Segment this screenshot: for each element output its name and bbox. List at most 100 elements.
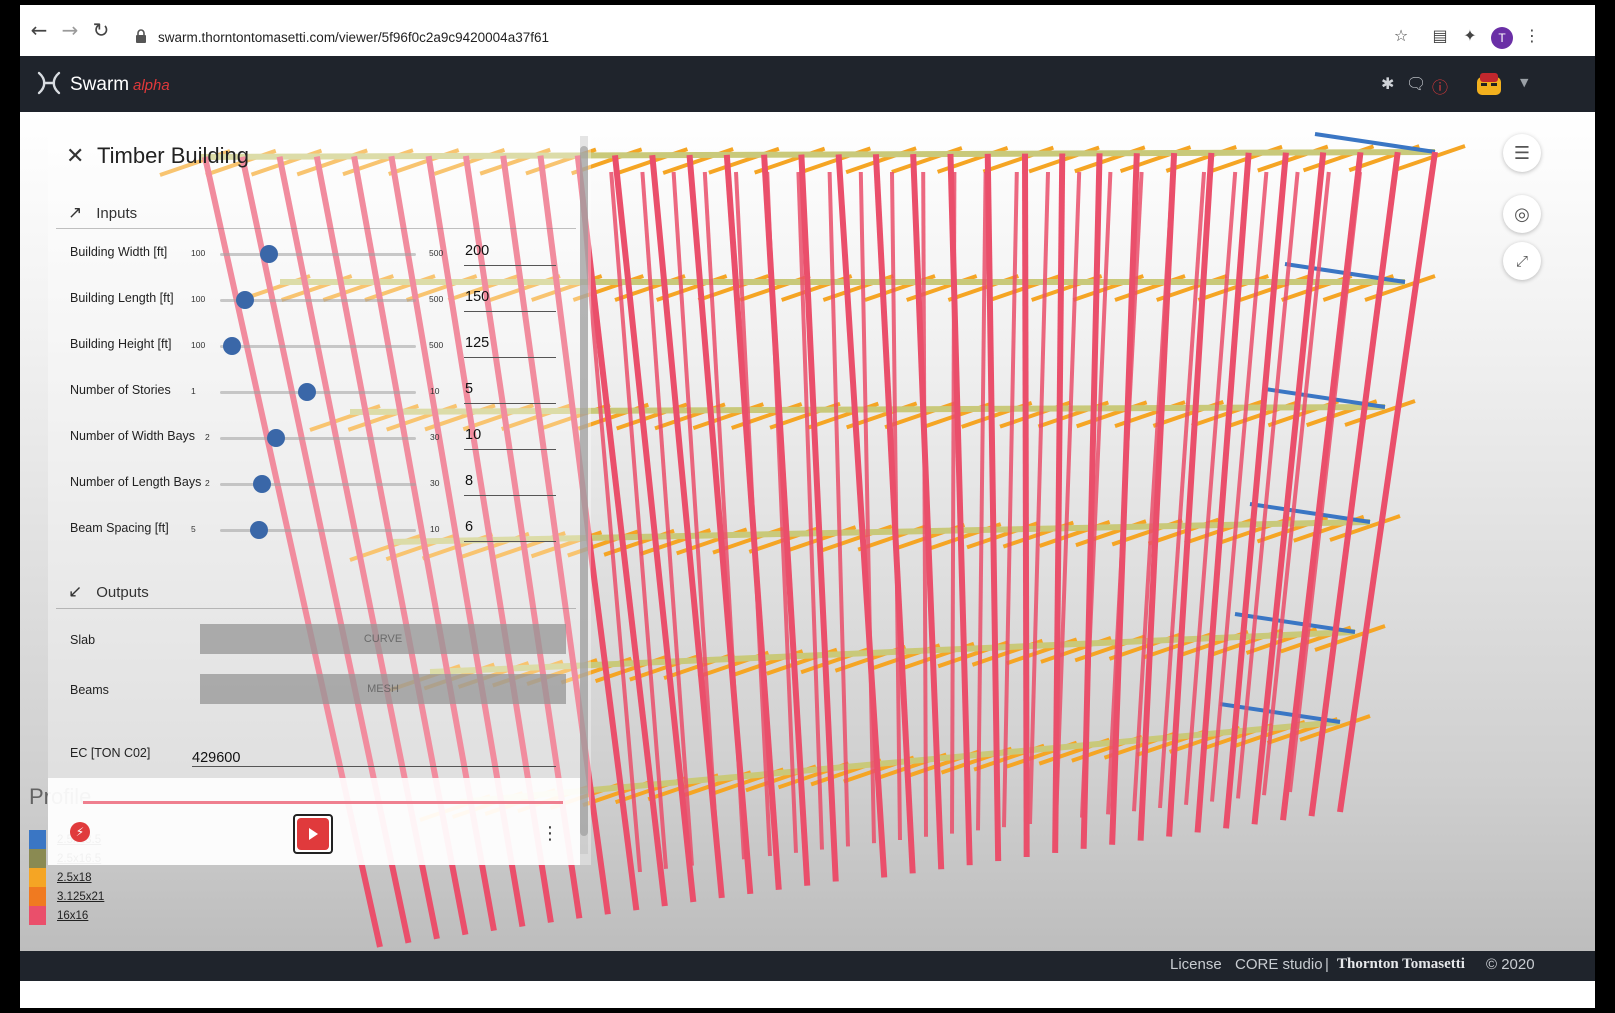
reload-icon[interactable]: ↻ — [90, 18, 112, 42]
chat-icon[interactable]: 🗨 — [1406, 74, 1426, 93]
back-icon[interactable]: ← — [28, 18, 50, 42]
legend-label[interactable]: 2.5x18 — [57, 872, 92, 884]
column-member — [976, 171, 988, 831]
legend-item: 16x16 — [29, 906, 104, 925]
legend-label[interactable]: 16x16 — [57, 910, 88, 922]
company-link[interactable]: Thornton Tomasetti — [1337, 956, 1465, 973]
core-studio-link[interactable]: CORE studio — [1235, 956, 1323, 973]
slider-knob[interactable] — [223, 337, 242, 355]
more-options-icon[interactable]: ⋮ — [541, 823, 559, 844]
panel-footer: ⚡ ⋮ — [48, 778, 580, 865]
slider-knob[interactable] — [235, 291, 254, 309]
legend-label[interactable]: 3.125x21 — [57, 891, 104, 903]
slider-knob[interactable] — [298, 383, 317, 401]
input-value[interactable]: 5 — [465, 381, 473, 397]
extensions-icon[interactable]: ✦ — [1460, 25, 1480, 45]
address-bar[interactable]: swarm.thorntontomasetti.com/viewer/5f96f… — [158, 30, 549, 45]
play-icon — [297, 818, 329, 850]
input-underline — [464, 495, 556, 496]
slider-max-label: 500 — [429, 248, 444, 258]
input-value[interactable]: 6 — [465, 519, 473, 535]
slider-max-label: 30 — [430, 432, 440, 442]
outputs-label: Outputs — [96, 583, 149, 601]
slider-knob[interactable] — [260, 245, 278, 263]
slider-track[interactable] — [220, 483, 416, 486]
outputs-section-header[interactable]: ↙ Outputs — [68, 582, 149, 602]
output-slab-bar[interactable]: CURVE — [200, 624, 566, 654]
swarm-logo-icon[interactable] — [36, 70, 62, 96]
input-label: Number of Stories — [70, 383, 171, 397]
license-link[interactable]: License — [1170, 956, 1222, 973]
profile-avatar[interactable]: T — [1491, 27, 1513, 49]
forward-icon[interactable]: → — [59, 18, 81, 42]
slider-track[interactable] — [220, 437, 416, 440]
app-footer: License CORE studio | Thornton Tomasetti… — [20, 951, 1595, 981]
slider-min-label: 100 — [191, 294, 206, 304]
app-header: Swarm alpha ✱ 🗨 ⓘ ▼ — [20, 56, 1595, 112]
slider-knob[interactable] — [250, 521, 269, 539]
play-button[interactable] — [293, 814, 333, 854]
bookmark-star-icon[interactable]: ☆ — [1391, 25, 1411, 45]
help-icon[interactable]: ⓘ — [1432, 74, 1448, 98]
slider-min-label: 2 — [205, 478, 210, 488]
fullscreen-icon[interactable]: ⤢ — [1503, 242, 1541, 280]
arrow-up-right-icon: ↗ — [68, 203, 83, 223]
browser-menu-icon[interactable]: ⋮ — [1522, 25, 1542, 45]
column-member — [1022, 153, 1030, 858]
browser-window: ← → ↻ swarm.thorntontomasetti.com/viewer… — [20, 5, 1595, 1008]
panel-scrollbar[interactable] — [580, 136, 588, 854]
asterisk-icon[interactable]: ✱ — [1381, 74, 1394, 93]
input-value[interactable]: 150 — [465, 289, 489, 305]
parameters-panel: ✕ Timber Building ↗ Inputs Building Widt… — [48, 130, 591, 865]
legend-item: 3.125x21 — [29, 887, 104, 906]
slider-min-label: 2 — [205, 432, 210, 442]
bolt-icon[interactable]: ⚡ — [70, 822, 90, 842]
slider-max-label: 500 — [429, 340, 444, 350]
inputs-label: Inputs — [96, 204, 138, 222]
legend-swatch — [29, 887, 46, 906]
copyright: © 2020 — [1486, 956, 1535, 973]
input-value[interactable]: 200 — [465, 243, 489, 259]
input-underline — [464, 311, 556, 312]
input-underline — [464, 541, 556, 542]
slider-max-label: 500 — [429, 294, 444, 304]
inputs-section-header[interactable]: ↗ Inputs — [68, 203, 137, 223]
column-member — [1028, 171, 1050, 825]
input-label: Building Width [ft] — [70, 245, 168, 259]
chevron-down-icon[interactable]: ▼ — [1520, 76, 1528, 89]
input-value[interactable]: 10 — [465, 427, 481, 443]
close-icon[interactable]: ✕ — [66, 144, 84, 169]
slider-track[interactable] — [220, 391, 416, 394]
scrollbar-thumb[interactable] — [580, 146, 588, 836]
locate-icon[interactable]: ◎ — [1503, 195, 1541, 233]
model-viewer[interactable]: ☰ ◎ ⤢ Profile 2.5x13.52.5x16.52.5x183.12… — [20, 112, 1595, 951]
cast-icon[interactable]: ▤ — [1430, 25, 1450, 45]
input-label: Beam Spacing [ft] — [70, 521, 169, 535]
user-avatar-icon[interactable] — [1475, 71, 1503, 97]
output-label-slab: Slab — [70, 633, 96, 647]
input-value[interactable]: 125 — [465, 335, 489, 351]
legend-swatch — [29, 849, 46, 868]
menu-icon[interactable]: ☰ — [1503, 134, 1541, 172]
input-value[interactable]: 8 — [465, 473, 473, 489]
slider-track[interactable] — [220, 345, 416, 348]
column-member — [921, 171, 928, 837]
legend-swatch — [29, 868, 46, 887]
slider-track[interactable] — [220, 253, 416, 256]
ec-value: 429600 — [192, 750, 241, 766]
slider-max-label: 10 — [430, 386, 440, 396]
app-name: Swarm — [70, 74, 130, 95]
slider-knob[interactable] — [267, 429, 286, 447]
input-label: Building Height [ft] — [70, 337, 172, 351]
panel-title: Timber Building — [97, 143, 250, 168]
column-member — [1002, 171, 1019, 828]
output-beams-bar[interactable]: MESH — [200, 674, 566, 704]
slider-min-label: 5 — [191, 524, 196, 534]
output-type: MESH — [367, 683, 399, 695]
slider-knob[interactable] — [252, 475, 271, 493]
legend-swatch — [29, 830, 46, 849]
output-type: CURVE — [363, 633, 403, 645]
progress-bar — [83, 801, 563, 804]
ec-label: EC [TON C02] — [70, 746, 151, 760]
slider-min-label: 1 — [191, 386, 196, 396]
